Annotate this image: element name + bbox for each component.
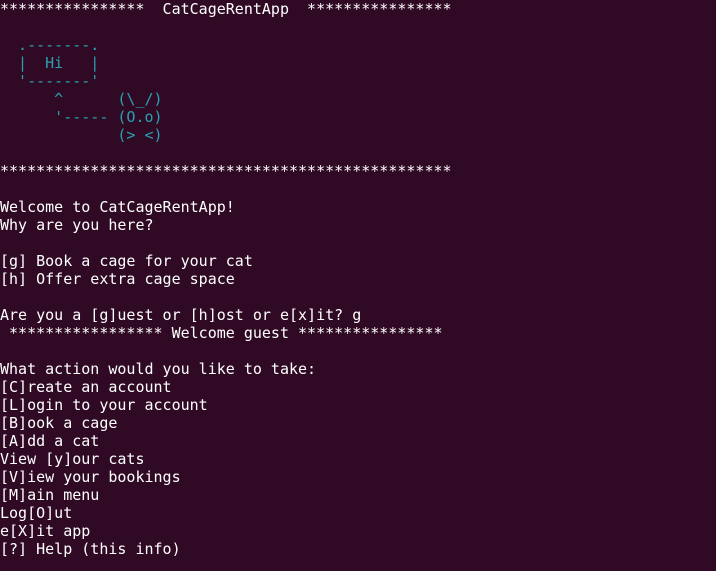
action-add-cat: [A]dd a cat (0, 432, 100, 450)
action-prompt: What action would you like to take: (0, 360, 317, 378)
action-view-cats: View [y]our cats (0, 450, 145, 468)
ascii-art-line: (> <) (0, 126, 163, 144)
action-exit-app: e[X]it app (0, 522, 91, 540)
role-option-host: [h] Offer extra cage space (0, 270, 235, 288)
welcome-question: Why are you here? (0, 216, 154, 234)
action-help: [?] Help (this info) (0, 540, 181, 558)
ascii-art-line: '----- (O.o) (0, 108, 163, 126)
ascii-art-line: .-------. (0, 36, 100, 54)
app-header-banner: **************** CatCageRentApp ********… (0, 0, 452, 18)
action-login: [L]ogin to your account (0, 396, 208, 414)
ascii-art-line: | Hi | (0, 54, 100, 72)
role-option-guest: [g] Book a cage for your cat (0, 252, 253, 270)
welcome-text: Welcome to CatCageRentApp! (0, 198, 235, 216)
role-prompt-input[interactable]: Are you a [g]uest or [h]ost or e[x]it? g (0, 306, 361, 324)
ascii-art-line: ^ (\_/) (0, 90, 163, 108)
action-view-bookings: [V]iew your bookings (0, 468, 181, 486)
action-logout: Log[O]ut (0, 504, 73, 522)
separator-line: ****************************************… (0, 162, 452, 180)
action-main-menu: [M]ain menu (0, 486, 100, 504)
terminal-window[interactable]: **************** CatCageRentApp ********… (0, 0, 716, 571)
action-book-cage: [B]ook a cage (0, 414, 118, 432)
ascii-art-line: '-------' (0, 72, 100, 90)
guest-banner: ***************** Welcome guest ********… (0, 324, 443, 342)
action-create-account: [C]reate an account (0, 378, 172, 396)
